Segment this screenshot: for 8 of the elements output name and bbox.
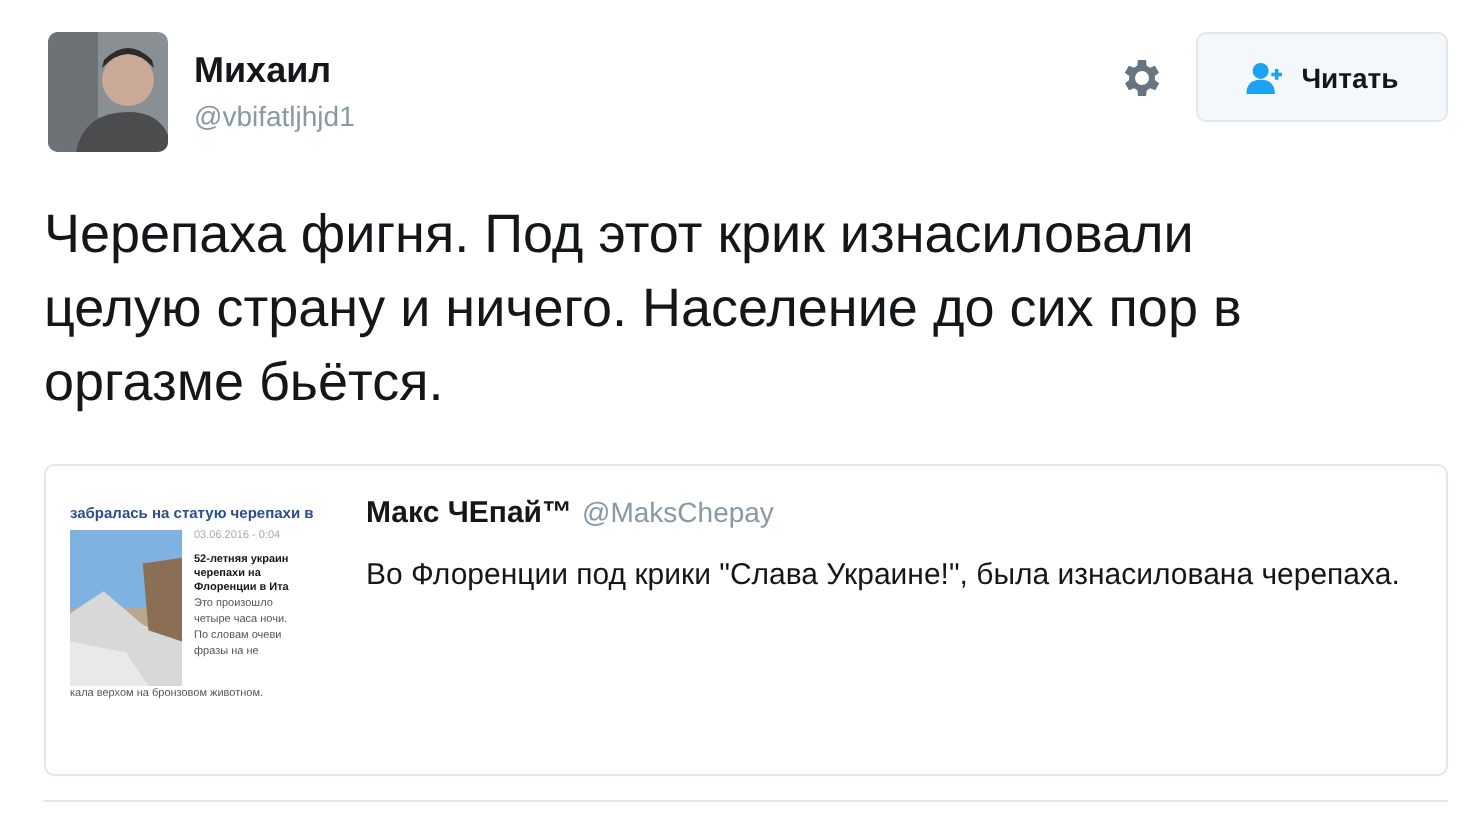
quoted-tweet-text: Во Флоренции под крики "Слава Украине!", была изнасилована черепаха. — [366, 556, 1402, 596]
add-user-icon — [1245, 61, 1286, 93]
author-name[interactable]: Михаил — [194, 50, 355, 92]
quoted-author-handle: @MaksChepay — [582, 496, 774, 528]
quoted-author-name: Макс ЧЕпай™ — [366, 496, 573, 530]
follow-button[interactable]: Читать — [1196, 32, 1448, 122]
quoted-tweet-card[interactable] — [44, 464, 1448, 776]
tweet-text: Черепаха фигня. Под этот крик изнасиловали целую страну и ничего. Население до сих пор в оргазме бьётся. — [44, 202, 1244, 416]
